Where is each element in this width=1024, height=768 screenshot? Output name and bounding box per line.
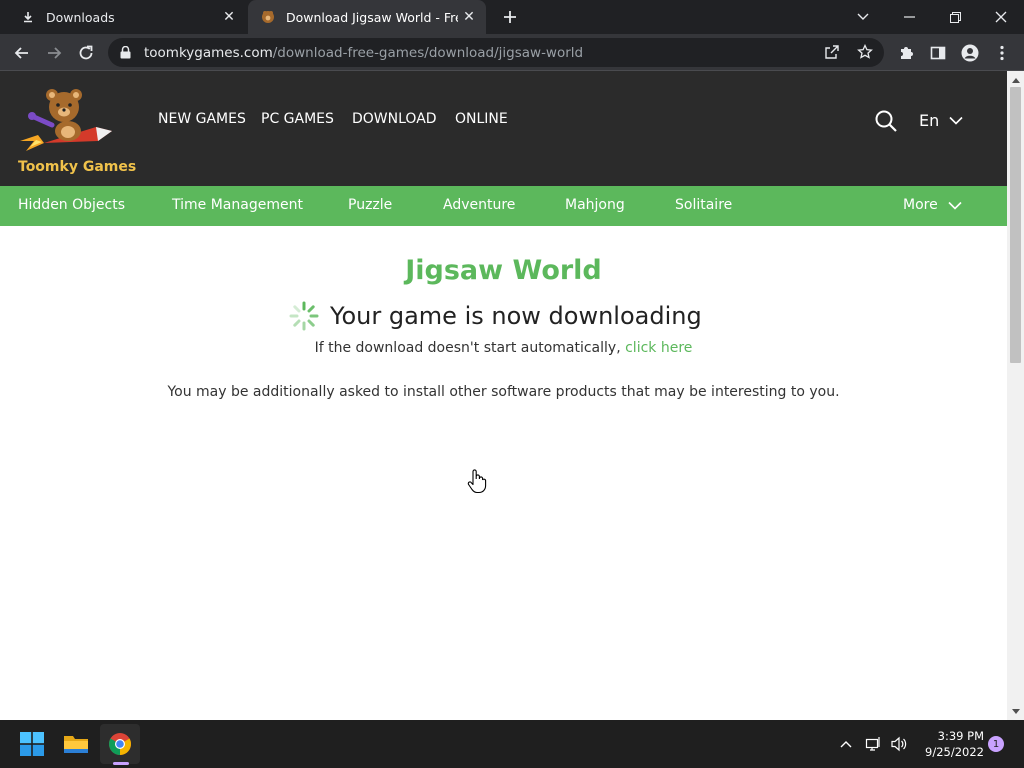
download-status: Your game is now downloading	[288, 300, 702, 332]
category-hidden-objects[interactable]: Hidden Objects	[18, 197, 125, 213]
folder-icon	[64, 736, 88, 753]
profile-button[interactable]	[956, 39, 984, 67]
tab-jigsaw-world[interactable]: Download Jigsaw World - Free PC ✕	[248, 0, 486, 34]
toomky-favicon	[260, 9, 276, 25]
search-icon[interactable]	[874, 109, 898, 133]
tab-downloads[interactable]: Downloads ✕	[8, 0, 246, 34]
click-here-link[interactable]: click here	[625, 340, 692, 356]
screen: Downloads ✕ Download Jigsaw World - Free…	[0, 0, 1024, 768]
tab-title: Download Jigsaw World - Free PC	[286, 9, 458, 25]
hand-cursor-icon	[467, 469, 487, 494]
category-more-dropdown[interactable]: More	[903, 197, 962, 213]
page-title: Jigsaw World	[405, 255, 602, 286]
address-bar[interactable]: toomkygames.com/download-free-games/down…	[108, 38, 884, 67]
avatar-icon	[961, 44, 979, 62]
nav-pc-games[interactable]: PC GAMES	[261, 111, 334, 127]
additional-software-note: You may be additionally asked to install…	[167, 384, 840, 400]
restore-icon	[949, 11, 961, 23]
category-time-management[interactable]: Time Management	[172, 197, 303, 213]
reload-button[interactable]	[72, 39, 100, 67]
clock-time: 3:39 PM	[937, 729, 984, 743]
notification-badge[interactable]: 1	[988, 736, 1004, 752]
windows-taskbar: 3:39 PM 9/25/2022	[0, 720, 1024, 768]
chevron-up-icon[interactable]	[836, 734, 856, 754]
forward-button[interactable]	[40, 39, 68, 67]
chrome-taskbar-button[interactable]	[100, 724, 140, 764]
close-icon[interactable]: ✕	[458, 6, 480, 28]
file-explorer-button[interactable]	[56, 724, 96, 764]
site-logo[interactable]: Toomky Games	[14, 85, 136, 181]
site-header: Toomky Games NEW GAMES PC GAMES DOWNLOAD…	[0, 71, 1007, 186]
bookmark-star-icon[interactable]	[857, 43, 873, 64]
close-icon	[995, 11, 1007, 23]
page-scrollbar[interactable]	[1007, 71, 1024, 720]
side-panel-icon	[930, 46, 946, 60]
fallback-text: If the download doesn't start automatica…	[314, 340, 621, 356]
share-icon[interactable]	[824, 44, 840, 64]
scroll-up-arrow-icon[interactable]	[1007, 73, 1024, 87]
back-button[interactable]	[8, 39, 36, 67]
start-button[interactable]	[12, 724, 52, 764]
reload-icon	[79, 45, 93, 60]
close-window-button[interactable]	[978, 0, 1024, 34]
kebab-menu-icon	[1000, 45, 1004, 61]
system-clock[interactable]: 3:39 PM 9/25/2022	[914, 728, 984, 760]
category-solitaire[interactable]: Solitaire	[675, 197, 732, 213]
nav-new-games[interactable]: NEW GAMES	[158, 111, 246, 127]
chrome-icon	[109, 733, 131, 755]
lock-icon	[120, 46, 134, 59]
teddy-rocket-logo-icon	[20, 89, 112, 151]
menu-button[interactable]	[988, 39, 1016, 67]
new-tab-button[interactable]	[498, 5, 522, 29]
loading-spinner-icon	[289, 301, 319, 331]
network-icon[interactable]	[864, 734, 884, 754]
nav-download[interactable]: DOWNLOAD	[352, 111, 437, 127]
url-host: toomkygames.com	[144, 44, 273, 61]
tab-title: Downloads	[46, 9, 115, 25]
url-path: /download-free-games/download/jigsaw-wor…	[272, 44, 584, 61]
scrollbar-thumb[interactable]	[1010, 87, 1021, 363]
browser-toolbar: toomkygames.com/download-free-games/down…	[0, 34, 1024, 71]
puzzle-icon	[901, 47, 913, 59]
volume-icon[interactable]	[889, 734, 909, 754]
language-selector[interactable]: En	[919, 111, 963, 130]
category-adventure[interactable]: Adventure	[443, 197, 515, 213]
minimize-button[interactable]	[886, 0, 932, 34]
restore-button[interactable]	[932, 0, 978, 34]
extensions-button[interactable]	[892, 39, 920, 67]
clock-date: 9/25/2022	[925, 745, 984, 759]
category-mahjong[interactable]: Mahjong	[565, 197, 625, 213]
chevron-down-icon	[949, 116, 963, 125]
arrow-right-icon	[48, 47, 62, 59]
url-text: toomkygames.com/download-free-games/down…	[144, 45, 583, 61]
minimize-icon	[903, 16, 915, 18]
close-icon[interactable]: ✕	[218, 6, 240, 28]
nav-online[interactable]: ONLINE	[455, 111, 508, 127]
arrow-left-icon	[14, 47, 28, 59]
more-label: More	[903, 197, 938, 213]
site-brand-name: Toomky Games	[18, 159, 137, 175]
windows-logo-icon	[20, 732, 44, 756]
tab-search-button[interactable]	[840, 0, 886, 34]
side-panel-button[interactable]	[924, 39, 952, 67]
chevron-down-icon	[857, 13, 869, 20]
category-puzzle[interactable]: Puzzle	[348, 197, 392, 213]
fallback-note: If the download doesn't start automatica…	[0, 340, 1007, 356]
chevron-down-icon	[948, 201, 962, 210]
download-icon	[20, 9, 36, 25]
language-label: En	[919, 111, 940, 130]
active-app-indicator	[113, 762, 129, 765]
scroll-down-arrow-icon[interactable]	[1007, 704, 1024, 718]
browser-tab-bar: Downloads ✕ Download Jigsaw World - Free…	[0, 0, 1024, 34]
plus-icon	[504, 11, 516, 23]
downloading-message: Your game is now downloading	[330, 302, 702, 330]
category-bar: Hidden Objects Time Management Puzzle Ad…	[0, 186, 1007, 226]
